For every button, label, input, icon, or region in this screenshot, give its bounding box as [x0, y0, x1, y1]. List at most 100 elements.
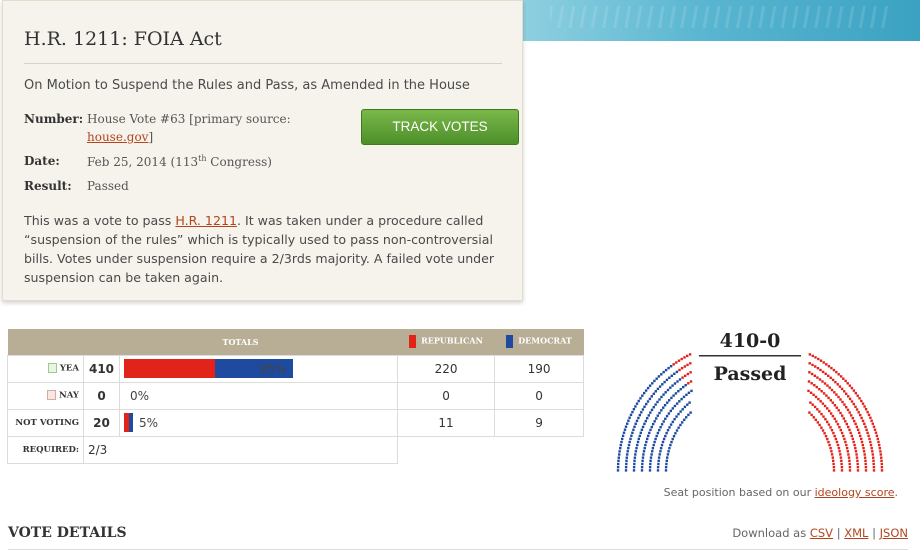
seat-dot	[835, 440, 839, 444]
seat-dot	[677, 390, 680, 393]
seat-dot	[689, 371, 692, 374]
seat-dot	[662, 393, 665, 396]
seat-dot	[825, 394, 828, 397]
seat-dot	[856, 469, 860, 472]
seat-dot	[628, 440, 631, 444]
seat-dot	[638, 434, 641, 438]
seat-dot	[656, 400, 659, 404]
seat-dot	[673, 382, 677, 385]
seat-dot	[808, 362, 811, 365]
seat-dot	[689, 380, 693, 383]
seat-dot	[819, 400, 822, 403]
seat-dot	[828, 386, 831, 389]
seat-dot	[644, 389, 648, 392]
required-empty-rep	[398, 436, 495, 463]
seat-dot	[822, 415, 825, 418]
download-xml-link[interactable]: XML	[844, 526, 868, 540]
download-csv-link[interactable]: CSV	[810, 526, 833, 540]
seat-dot	[831, 378, 835, 382]
not-voting-democrat: 9	[494, 408, 585, 437]
seat-dot	[864, 462, 867, 466]
seat-dot	[637, 416, 640, 420]
seat-dot	[666, 453, 670, 456]
nay-democrat: 0	[494, 381, 585, 410]
seat-dot	[810, 413, 813, 417]
vote-details-heading: VOTE DETAILS	[8, 525, 127, 541]
seat-dot	[827, 365, 831, 368]
seat-dot	[839, 375, 843, 378]
seat-dot	[819, 359, 823, 362]
track-votes-button[interactable]: TRACK VOTES	[361, 109, 519, 145]
seat-dot	[649, 411, 652, 414]
seat-dot	[818, 378, 822, 381]
seat-dot	[634, 450, 638, 453]
seat-dot	[662, 406, 665, 409]
seat-dot	[662, 370, 665, 374]
seat-dot	[660, 443, 664, 447]
seat-dot	[826, 437, 829, 441]
seat-dot	[627, 447, 630, 450]
seat-dot	[868, 437, 871, 441]
seat-dot	[654, 403, 657, 406]
seat-dot	[666, 429, 670, 432]
seat-dot	[844, 420, 847, 423]
seat-dot	[688, 401, 691, 404]
democrat-legend-swatch	[506, 335, 514, 349]
seat-dot	[818, 410, 821, 413]
seat-dot	[837, 409, 840, 412]
seat-dot	[813, 405, 817, 409]
seat-dot	[624, 425, 628, 428]
seat-dot	[870, 419, 873, 422]
bill-link[interactable]: H.R. 1211	[175, 213, 237, 228]
seat-dot	[655, 434, 658, 438]
seat-dot	[643, 422, 646, 426]
seat-dot	[634, 405, 637, 408]
seat-dot	[877, 440, 880, 444]
seat-dot	[669, 365, 673, 368]
seat-dot	[645, 402, 648, 406]
download-json-link[interactable]: JSON	[880, 526, 908, 540]
seat-dot	[673, 418, 676, 421]
seat-dot	[853, 419, 856, 423]
seat-dot	[859, 413, 862, 417]
seat-dot	[672, 363, 675, 366]
seat-dot	[616, 469, 620, 472]
house-gov-link[interactable]: house.gov	[87, 130, 148, 144]
seat-dot	[880, 466, 884, 469]
seat-dot	[819, 368, 822, 372]
seat-dot	[657, 459, 660, 462]
date-label: Date:	[24, 154, 60, 168]
seat-dot	[818, 423, 821, 427]
seat-dot	[648, 431, 651, 435]
seat-dot	[850, 386, 854, 390]
seat-dot	[665, 462, 668, 466]
seat-dot	[678, 400, 681, 403]
seat-dot	[652, 422, 655, 426]
number-close: ]	[148, 130, 154, 144]
seat-dot	[864, 466, 868, 469]
seat-dot	[854, 450, 858, 453]
seat-dot	[878, 447, 881, 450]
ideology-score-link[interactable]: ideology score	[815, 486, 895, 499]
seat-dot	[827, 396, 830, 400]
seat-dot	[829, 399, 832, 402]
seat-dot	[626, 450, 629, 453]
seat-dot	[827, 423, 831, 426]
seat-dot	[646, 417, 649, 420]
seat-dot	[632, 408, 636, 411]
seat-dot	[858, 397, 861, 400]
seat-dot	[852, 440, 855, 444]
seat-dot	[631, 431, 634, 434]
seat-dot	[826, 384, 829, 387]
seat-dot	[669, 409, 672, 413]
seat-dot	[813, 374, 816, 377]
seat-dot	[631, 410, 634, 414]
not-voting-bar: 5%	[124, 413, 393, 432]
seat-dot	[832, 469, 836, 472]
seat-dot	[871, 450, 874, 453]
seat-dot	[845, 422, 848, 426]
seat-dot	[846, 382, 849, 385]
table-row-not-voting: NOT VOTING 20 5% 11 9	[7, 408, 585, 437]
seat-dot	[842, 434, 845, 438]
seat-dot	[649, 459, 652, 462]
